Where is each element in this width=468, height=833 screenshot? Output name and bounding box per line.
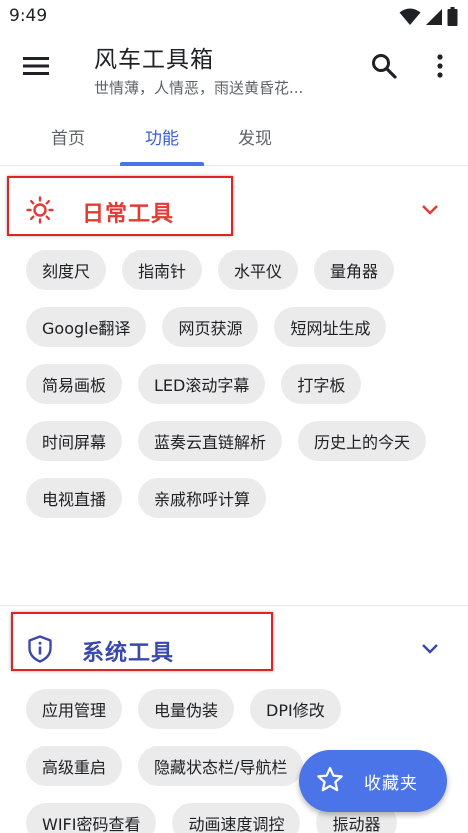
tab-discover[interactable]: 发现 xyxy=(213,106,297,166)
tab-bar: 首页 功能 发现 xyxy=(0,106,468,166)
sun-icon xyxy=(26,196,54,224)
section-divider xyxy=(0,605,468,606)
tab-home[interactable]: 首页 xyxy=(26,106,110,166)
shield-info-icon xyxy=(26,635,54,663)
more-vertical-icon xyxy=(437,54,443,82)
chip-item[interactable]: 蓝奏云直链解析 xyxy=(138,421,283,461)
status-bar: 9:49 xyxy=(0,0,468,34)
star-icon xyxy=(316,766,344,797)
app-bar: 风车工具箱 世情薄，人情恶，雨送黄昏花... xyxy=(0,34,468,106)
cellular-signal-icon xyxy=(425,8,443,26)
chevron-down-icon[interactable] xyxy=(418,198,442,222)
chip-item[interactable]: 网页获源 xyxy=(162,307,259,347)
chip-item[interactable]: 历史上的今天 xyxy=(298,421,427,461)
chip-item[interactable]: 隐藏状态栏/导航栏 xyxy=(138,746,304,786)
chip-item[interactable]: LED滚动字幕 xyxy=(138,364,266,404)
chip-item[interactable]: 量角器 xyxy=(314,250,395,290)
chip-item[interactable]: 应用管理 xyxy=(26,689,123,729)
chip-item[interactable]: Google翻译 xyxy=(26,307,147,347)
status-icons xyxy=(399,7,458,26)
section-header-daily-tools[interactable]: 日常工具 xyxy=(0,170,468,250)
search-button[interactable] xyxy=(366,50,402,86)
chip-item[interactable]: 电量伪装 xyxy=(138,689,235,729)
chip-item[interactable]: 刻度尺 xyxy=(26,250,107,290)
section-daily-tools: 日常工具 刻度尺 指南针 水平仪 量角器 Google翻译 网页获源 短网址生成… xyxy=(0,170,468,518)
active-tab-indicator xyxy=(120,162,204,166)
chip-item[interactable]: 打字板 xyxy=(281,364,362,404)
status-time: 9:49 xyxy=(9,6,48,26)
fab-label: 收藏夹 xyxy=(364,773,418,794)
search-icon xyxy=(371,53,397,83)
chip-item[interactable]: WIFI密码查看 xyxy=(26,803,157,833)
chevron-down-icon[interactable] xyxy=(418,637,442,661)
hamburger-menu-icon xyxy=(23,56,49,80)
section-title: 日常工具 xyxy=(82,202,175,227)
chip-group-daily-tools: 刻度尺 指南针 水平仪 量角器 Google翻译 网页获源 短网址生成 简易画板… xyxy=(0,250,468,518)
chip-item[interactable]: 短网址生成 xyxy=(274,307,387,347)
menu-button[interactable] xyxy=(16,48,56,88)
chip-item[interactable]: 指南针 xyxy=(122,250,203,290)
tab-functions[interactable]: 功能 xyxy=(120,106,204,166)
battery-icon xyxy=(447,7,458,26)
wifi-icon xyxy=(399,8,421,26)
chip-item[interactable]: 时间屏幕 xyxy=(26,421,123,461)
more-options-button[interactable] xyxy=(424,50,456,86)
section-header-system-tools[interactable]: 系统工具 xyxy=(0,609,468,689)
chip-item[interactable]: 水平仪 xyxy=(218,250,299,290)
app-title: 风车工具箱 xyxy=(94,47,214,73)
favorites-fab[interactable]: 收藏夹 xyxy=(299,750,447,812)
section-title: 系统工具 xyxy=(82,641,175,666)
app-subtitle: 世情薄，人情恶，雨送黄昏花... xyxy=(94,79,304,97)
chip-item[interactable]: 电视直播 xyxy=(26,478,123,518)
chip-item[interactable]: 简易画板 xyxy=(26,364,123,404)
chip-item[interactable]: 高级重启 xyxy=(26,746,123,786)
chip-item[interactable]: 亲戚称呼计算 xyxy=(138,478,267,518)
chip-item[interactable]: DPI修改 xyxy=(250,689,341,729)
chip-item[interactable]: 动画速度调控 xyxy=(172,803,301,833)
